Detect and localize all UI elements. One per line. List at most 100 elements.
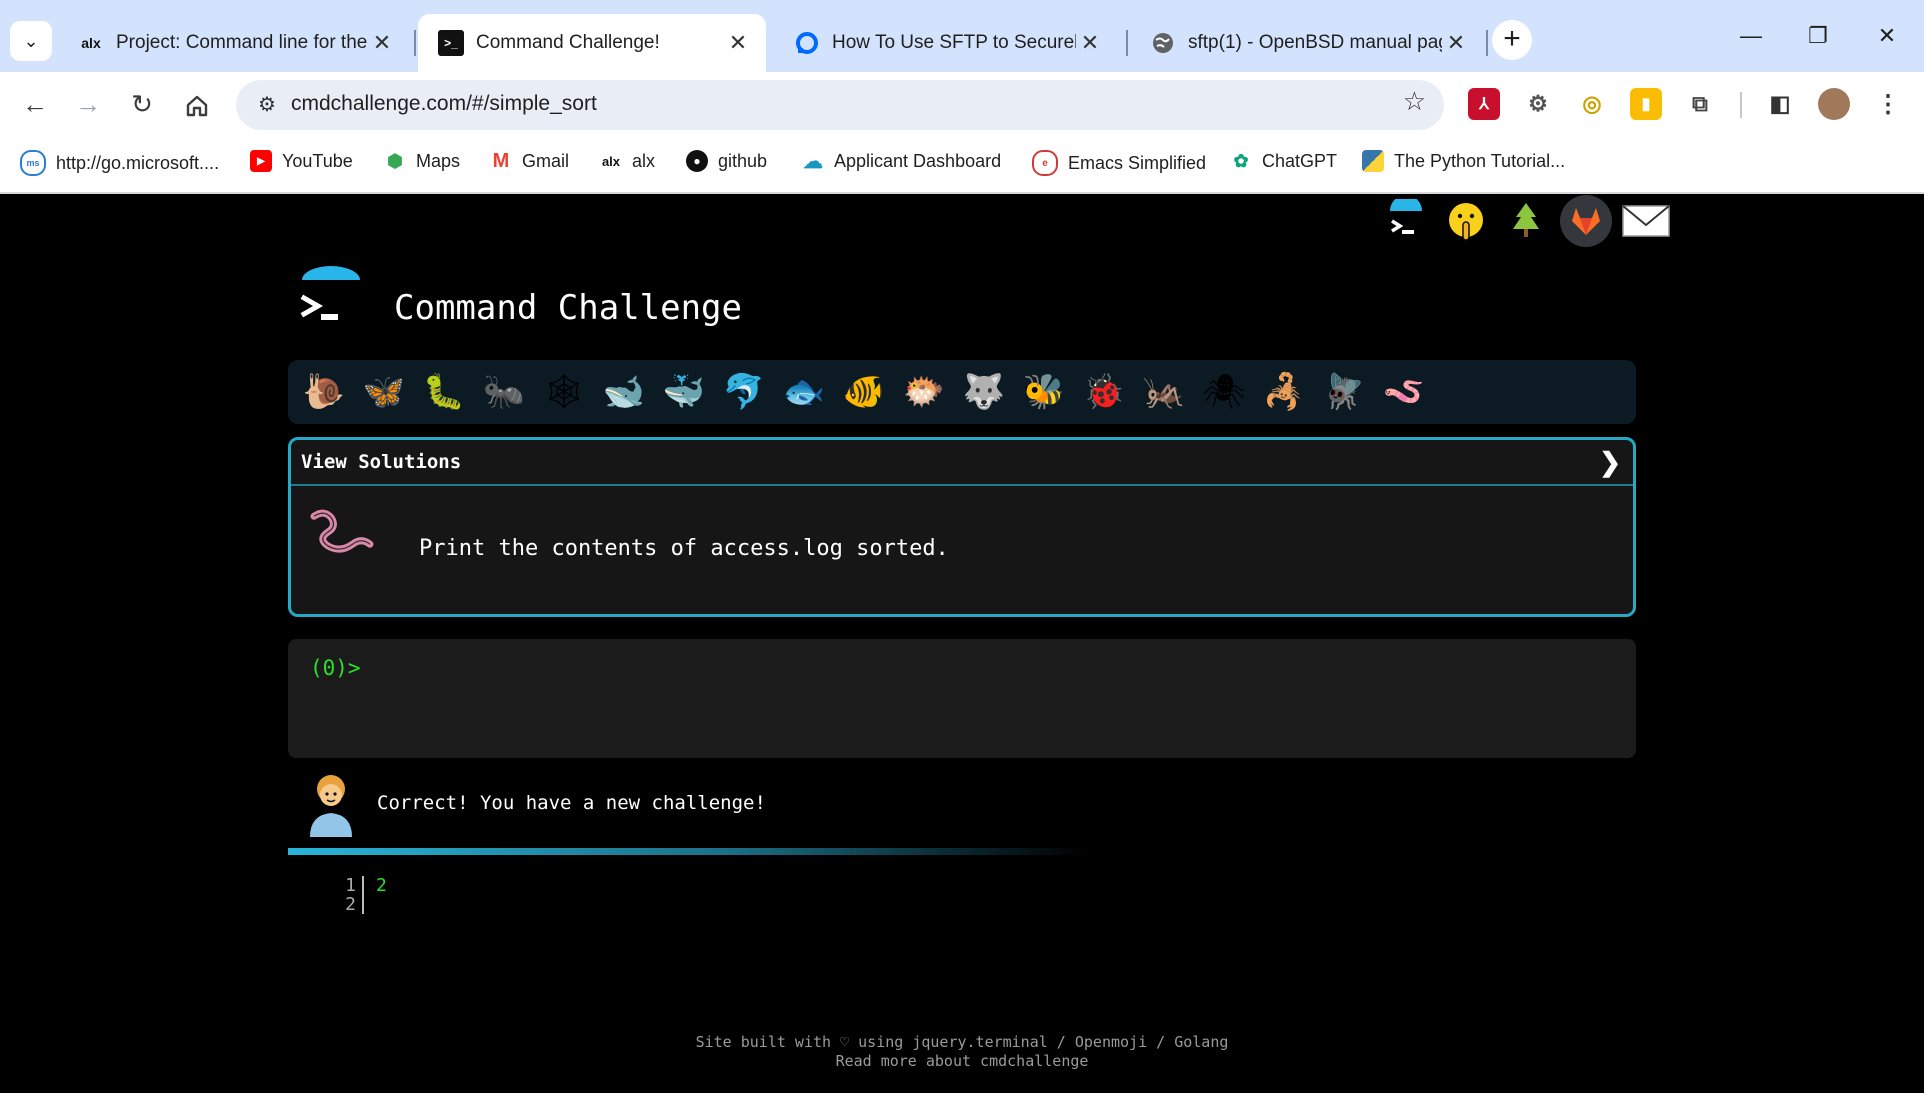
ant-icon[interactable]: 🐜	[478, 366, 530, 418]
cricket-icon[interactable]: 🦗	[1138, 366, 1190, 418]
minimize-icon: —	[1740, 23, 1762, 48]
pdf-extension-icon[interactable]: ⅄	[1468, 88, 1500, 120]
blowfish-icon[interactable]: 🐡	[898, 366, 950, 418]
header-icon-links	[1380, 195, 1672, 247]
alx-icon: alx	[601, 153, 621, 169]
tab-openbsd-manual[interactable]: sftp(1) - OpenBSD manual page ✕	[1130, 14, 1484, 72]
scorpion-icon[interactable]: 🦂	[1258, 366, 1310, 418]
maps-icon: ⬢	[387, 150, 403, 171]
caterpillar-icon[interactable]: 🐛	[418, 366, 470, 418]
settings-extension-icon[interactable]: ⚙	[1522, 88, 1554, 120]
microsoft-icon: ms	[20, 150, 46, 176]
butterfly-icon[interactable]: 🦋	[358, 366, 410, 418]
bookmark-github[interactable]: ● github	[686, 150, 767, 172]
close-icon[interactable]: ✕	[724, 30, 752, 56]
line-gutter: 1 2	[330, 876, 364, 914]
tab-command-challenge[interactable]: >_ Command Challenge! ✕	[418, 14, 766, 72]
footer-read-more-link[interactable]: Read more about cmdchallenge	[0, 1052, 1924, 1071]
bookmark-label: github	[718, 150, 768, 171]
coin-extension-icon[interactable]: ◎	[1576, 88, 1608, 120]
page-title: Command Challenge	[394, 288, 742, 328]
tree-icon[interactable]	[1500, 195, 1552, 247]
ladybug-icon[interactable]: 🐞	[1078, 366, 1130, 418]
close-icon[interactable]: ✕	[1442, 30, 1470, 56]
wolf-icon[interactable]: 🐺	[958, 366, 1010, 418]
tab-strip: ⌄ alx Project: Command line for the v ✕ …	[0, 0, 1924, 72]
terminal-prompt[interactable]: (0)>	[310, 656, 361, 680]
home-icon	[184, 89, 210, 119]
bookmark-emacs[interactable]: e Emacs Simplified	[1032, 150, 1206, 176]
terminal-icon: >_	[438, 30, 464, 56]
site-info-icon[interactable]: ⚙	[250, 88, 284, 122]
keep-extension-icon[interactable]: ▮	[1630, 88, 1662, 120]
minimize-button[interactable]: —	[1721, 16, 1781, 56]
spider-icon[interactable]: 🕷	[1198, 366, 1250, 418]
tab-title: Command Challenge!	[476, 32, 660, 53]
tab-title: Project: Command line for the v	[116, 32, 368, 53]
home-button[interactable]	[175, 82, 219, 126]
status-underline	[288, 848, 1088, 855]
tab-search-button[interactable]: ⌄	[10, 21, 52, 61]
bookmark-star-icon[interactable]: ☆	[1403, 86, 1426, 117]
whale-spouting-icon[interactable]: 🐳	[658, 366, 710, 418]
forward-arrow-icon: →	[75, 89, 101, 119]
view-solutions-toggle[interactable]: View Solutions ❯	[291, 440, 1633, 486]
terminal-icon[interactable]	[1380, 195, 1432, 247]
avatar[interactable]	[1818, 88, 1850, 120]
bookmarks-bar: ms http://go.microsoft.... ▶ YouTube ⬢ M…	[0, 138, 1924, 194]
bookmark-python-tutorial[interactable]: The Python Tutorial...	[1362, 150, 1565, 172]
restore-button[interactable]: ❐	[1788, 16, 1848, 56]
forward-button[interactable]: →	[66, 82, 110, 126]
bookmark-microsoft[interactable]: ms http://go.microsoft....	[20, 150, 219, 176]
bookmark-alx[interactable]: alx alx	[600, 150, 655, 172]
tropical-fish-icon[interactable]: 🐠	[838, 366, 890, 418]
web-icon[interactable]: 🕸	[538, 366, 590, 418]
fly-icon[interactable]: 🪰	[1318, 366, 1370, 418]
bookmark-label: ChatGPT	[1262, 150, 1338, 171]
solutions-panel: View Solutions ❯ Print the contents of a…	[288, 437, 1636, 617]
whale-icon[interactable]: 🐋	[598, 366, 650, 418]
line-number: 1	[345, 875, 356, 896]
close-window-button[interactable]: ✕	[1857, 16, 1917, 56]
chevron-right-icon[interactable]: ❯	[1599, 447, 1621, 478]
new-tab-button[interactable]: +	[1492, 20, 1532, 60]
bookmark-maps[interactable]: ⬢ Maps	[384, 150, 460, 172]
bookmark-youtube[interactable]: ▶ YouTube	[250, 150, 353, 172]
reload-button[interactable]: ↻	[120, 82, 164, 126]
bookmark-applicant-dashboard[interactable]: ☁ Applicant Dashboard	[802, 150, 1001, 173]
github-icon: ●	[686, 150, 708, 172]
tab-alx-project[interactable]: alx Project: Command line for the v ✕	[58, 14, 410, 72]
worm-icon[interactable]: 🪱	[1378, 366, 1430, 418]
puzzle-icon[interactable]: ⧉	[1684, 88, 1716, 120]
mail-icon[interactable]	[1620, 195, 1672, 247]
gmail-icon: M	[492, 149, 510, 172]
line-number: 2	[345, 894, 356, 915]
tab-sftp-guide[interactable]: How To Use SFTP to Securely Tr ✕	[774, 14, 1118, 72]
side-panel-icon[interactable]: ◧	[1764, 88, 1796, 120]
chevron-down-icon: ⌄	[23, 30, 39, 51]
bookmark-gmail[interactable]: M Gmail	[490, 150, 569, 172]
dolphin-icon[interactable]: 🐬	[718, 366, 770, 418]
bookmark-label: YouTube	[282, 150, 353, 171]
status-message: Correct! You have a new challenge!	[377, 792, 766, 814]
fish-icon[interactable]: 🐟	[778, 366, 830, 418]
address-bar[interactable]: ⚙ cmdchallenge.com/#/simple_sort ☆	[236, 80, 1444, 130]
close-icon[interactable]: ✕	[368, 30, 396, 56]
level-bar: 🐌 🦋 🐛 🐜 🕸 🐋 🐳 🐬 🐟 🐠 🐡 🐺 🐝 🐞 🦗 🕷 🦂 🪰 🪱	[288, 360, 1636, 424]
digitalocean-icon	[794, 30, 820, 56]
close-icon[interactable]: ✕	[1076, 30, 1104, 56]
bookmark-chatgpt[interactable]: ✿ ChatGPT	[1230, 150, 1337, 172]
tab-separator	[414, 30, 416, 56]
toolbar-divider	[1740, 92, 1742, 118]
footer-credits: Site built with ♡ using jquery.terminal …	[695, 1033, 1229, 1051]
bee-icon[interactable]: 🐝	[1018, 366, 1070, 418]
address-url[interactable]: cmdchallenge.com/#/simple_sort	[291, 92, 597, 116]
challenge-description: Print the contents of access.log sorted.	[419, 536, 949, 561]
menu-icon[interactable]: ⋮	[1872, 88, 1904, 120]
back-button[interactable]: ←	[13, 82, 57, 126]
gitlab-icon[interactable]	[1560, 195, 1612, 247]
snail-icon[interactable]: 🐌	[298, 366, 350, 418]
shushing-face-icon[interactable]	[1440, 195, 1492, 247]
tab-title: How To Use SFTP to Securely Tr	[832, 32, 1076, 53]
terminal[interactable]: (0)>	[288, 639, 1636, 758]
